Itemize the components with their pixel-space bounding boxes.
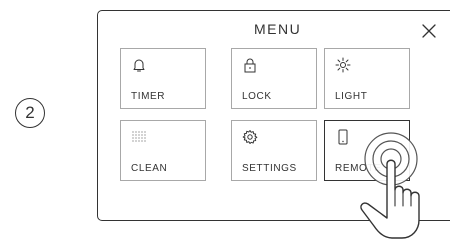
timer-label: TIMER [131,91,166,102]
settings-tile[interactable]: SETTINGS [231,120,317,181]
step-number-badge: 2 [15,98,45,128]
clean-label: CLEAN [131,163,168,174]
settings-label: SETTINGS [242,163,297,174]
gear-icon [242,130,258,144]
sun-icon [335,57,351,73]
timer-tile[interactable]: TIMER [120,48,206,109]
bell-icon [133,59,145,72]
light-label: LIGHT [335,91,368,102]
lock-label: LOCK [242,91,272,102]
lock-tile[interactable]: LOCK [231,48,317,109]
phone-icon [338,129,348,145]
close-icon[interactable] [421,23,437,39]
lock-icon [244,58,256,73]
clean-tile[interactable]: CLEAN [120,120,206,181]
light-tile[interactable]: LIGHT [324,48,410,109]
menu-title: MENU [254,21,302,37]
dots-grid-icon [132,131,146,142]
pointing-hand-icon [360,132,420,239]
step-number: 2 [25,103,35,122]
